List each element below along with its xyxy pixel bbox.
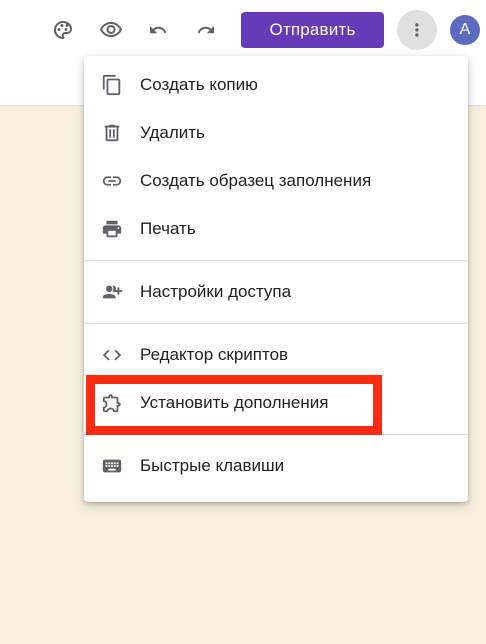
menu-item-label: Создать копию [140, 75, 258, 94]
more-options-menu: Создать копию Удалить Создать образец за… [84, 56, 468, 502]
redo-icon[interactable] [186, 10, 226, 50]
menu-item-label: Быстрые клавиши [140, 456, 285, 475]
add-person-icon [100, 280, 124, 304]
keyboard-icon [100, 454, 124, 478]
menu-item-label: Редактор скриптов [140, 345, 289, 364]
menu-item-install-addons[interactable]: Установить дополнения [84, 379, 468, 427]
eye-icon[interactable] [91, 10, 131, 50]
menu-item-script-editor[interactable]: Редактор скриптов [84, 331, 468, 379]
menu-divider [84, 260, 468, 261]
menu-item-label: Настройки доступа [140, 282, 292, 301]
menu-item-label: Удалить [140, 123, 205, 142]
menu-item-sharing-settings[interactable]: Настройки доступа [84, 268, 468, 316]
undo-icon[interactable] [138, 10, 178, 50]
send-button[interactable]: Отправить [241, 12, 384, 48]
print-icon [100, 217, 124, 241]
more-vert-icon[interactable] [397, 10, 437, 50]
code-icon [100, 343, 124, 367]
menu-item-label: Печать [140, 219, 196, 238]
menu-item-prefilled-link[interactable]: Создать образец заполнения [84, 157, 468, 205]
palette-icon[interactable] [43, 10, 83, 50]
trash-icon [100, 121, 124, 145]
avatar[interactable]: A [450, 15, 480, 45]
copy-icon [100, 73, 124, 97]
menu-item-keyboard-shortcuts[interactable]: Быстрые клавиши [84, 442, 468, 490]
menu-item-label: Создать образец заполнения [140, 171, 372, 190]
menu-item-delete[interactable]: Удалить [84, 109, 468, 157]
menu-item-make-copy[interactable]: Создать копию [84, 61, 468, 109]
menu-divider [84, 323, 468, 324]
menu-item-label: Установить дополнения [140, 393, 329, 412]
link-icon [100, 169, 124, 193]
menu-divider [84, 434, 468, 435]
menu-item-print[interactable]: Печать [84, 205, 468, 253]
puzzle-icon [100, 391, 124, 415]
